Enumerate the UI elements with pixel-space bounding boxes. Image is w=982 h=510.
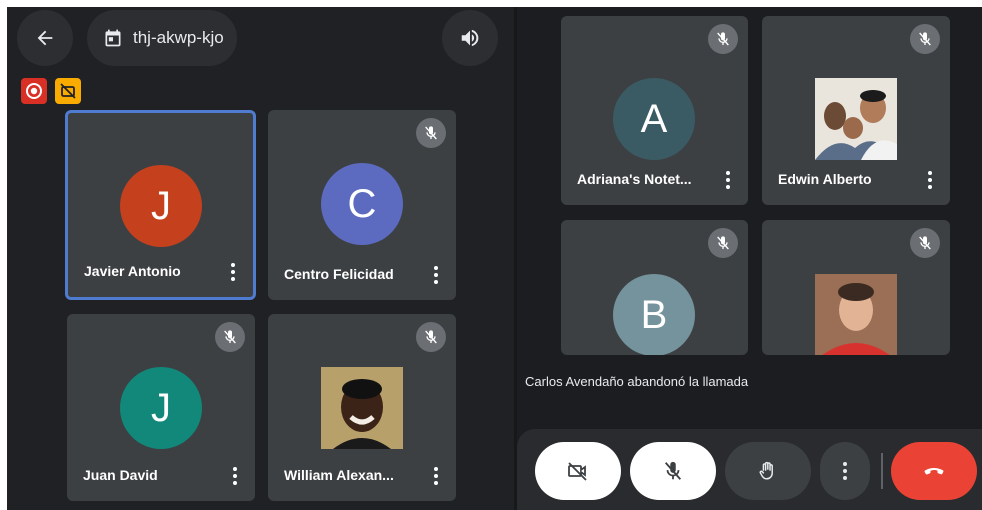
more-options-button[interactable]: [820, 442, 870, 500]
mic-toggle-button[interactable]: [630, 442, 716, 500]
more-options-icon[interactable]: [724, 169, 732, 191]
participant-tile-juan[interactable]: J Juan David: [67, 314, 255, 501]
avatar-initial: C: [347, 181, 377, 226]
arrow-left-icon: [37, 30, 53, 46]
participant-name: Juan David: [83, 467, 158, 483]
raise-hand-button[interactable]: [725, 442, 811, 500]
recording-indicator: [21, 78, 47, 104]
avatar: A: [613, 78, 695, 160]
camera-off-icon: [568, 462, 587, 481]
participant-tile-photo[interactable]: [762, 220, 950, 355]
more-options-icon[interactable]: [432, 264, 440, 286]
avatar: C: [321, 163, 403, 245]
mic-off-icon: [215, 322, 245, 352]
more-options-icon[interactable]: [231, 465, 239, 487]
photo-avatar: [815, 274, 897, 355]
mic-off-icon: [910, 228, 940, 258]
control-divider: [881, 453, 883, 489]
avatar: J: [120, 165, 202, 247]
left-call-notification: Carlos Avendaño abandonó la llamada: [525, 374, 749, 389]
participant-tile-edwin[interactable]: Edwin Alberto: [762, 16, 950, 205]
participant-tile-javier[interactable]: J Javier Antonio: [65, 110, 256, 300]
participant-tile-b[interactable]: B: [561, 220, 748, 355]
mic-off-icon: [910, 24, 940, 54]
avatar-initial: J: [151, 385, 171, 430]
avatar-initial: A: [640, 96, 668, 141]
leave-call-button[interactable]: [891, 442, 977, 500]
mic-off-icon: [664, 461, 682, 480]
participant-name: Javier Antonio: [84, 263, 181, 279]
participant-tile-william[interactable]: William Alexan...: [268, 314, 456, 501]
avatar: B: [613, 274, 695, 355]
meeting-code-pill[interactable]: thj-akwp-kjo: [87, 10, 237, 66]
participant-name: Edwin Alberto: [778, 171, 872, 187]
photo-avatar: [321, 367, 403, 449]
camera-disabled-indicator: [55, 78, 81, 104]
raise-hand-icon: [759, 461, 773, 480]
audio-output-button[interactable]: [442, 10, 498, 66]
camera-toggle-button[interactable]: [535, 442, 621, 500]
control-bar: [517, 429, 982, 510]
participant-name: Adriana's Notet...: [577, 171, 692, 187]
no-camera-icon: [60, 83, 76, 99]
meeting-code: thj-akwp-kjo: [133, 28, 224, 47]
recording-icon: [26, 83, 42, 99]
panel-divider: [514, 7, 517, 510]
photo-avatar: [815, 78, 897, 160]
meet-screen: thj-akwp-kjo J Javier Antonio C Centro F…: [7, 7, 982, 510]
speaker-icon: [461, 29, 479, 47]
end-call-icon: [924, 467, 944, 475]
participant-name: William Alexan...: [284, 467, 394, 483]
participant-name: Centro Felicidad: [284, 266, 394, 282]
more-options-icon[interactable]: [926, 169, 934, 191]
participant-tile-adriana[interactable]: A Adriana's Notet...: [561, 16, 748, 205]
mic-off-icon: [416, 322, 446, 352]
mic-off-icon: [416, 118, 446, 148]
mic-off-icon: [708, 24, 738, 54]
back-button[interactable]: [17, 10, 73, 66]
more-options-icon: [843, 462, 847, 480]
mic-off-icon: [708, 228, 738, 258]
avatar-initial: B: [640, 292, 668, 337]
avatar: J: [120, 367, 202, 449]
avatar-initial: J: [151, 183, 171, 228]
calendar-icon: [103, 28, 123, 48]
participant-tile-centro[interactable]: C Centro Felicidad: [268, 110, 456, 300]
more-options-icon[interactable]: [432, 465, 440, 487]
more-options-icon[interactable]: [229, 261, 237, 283]
